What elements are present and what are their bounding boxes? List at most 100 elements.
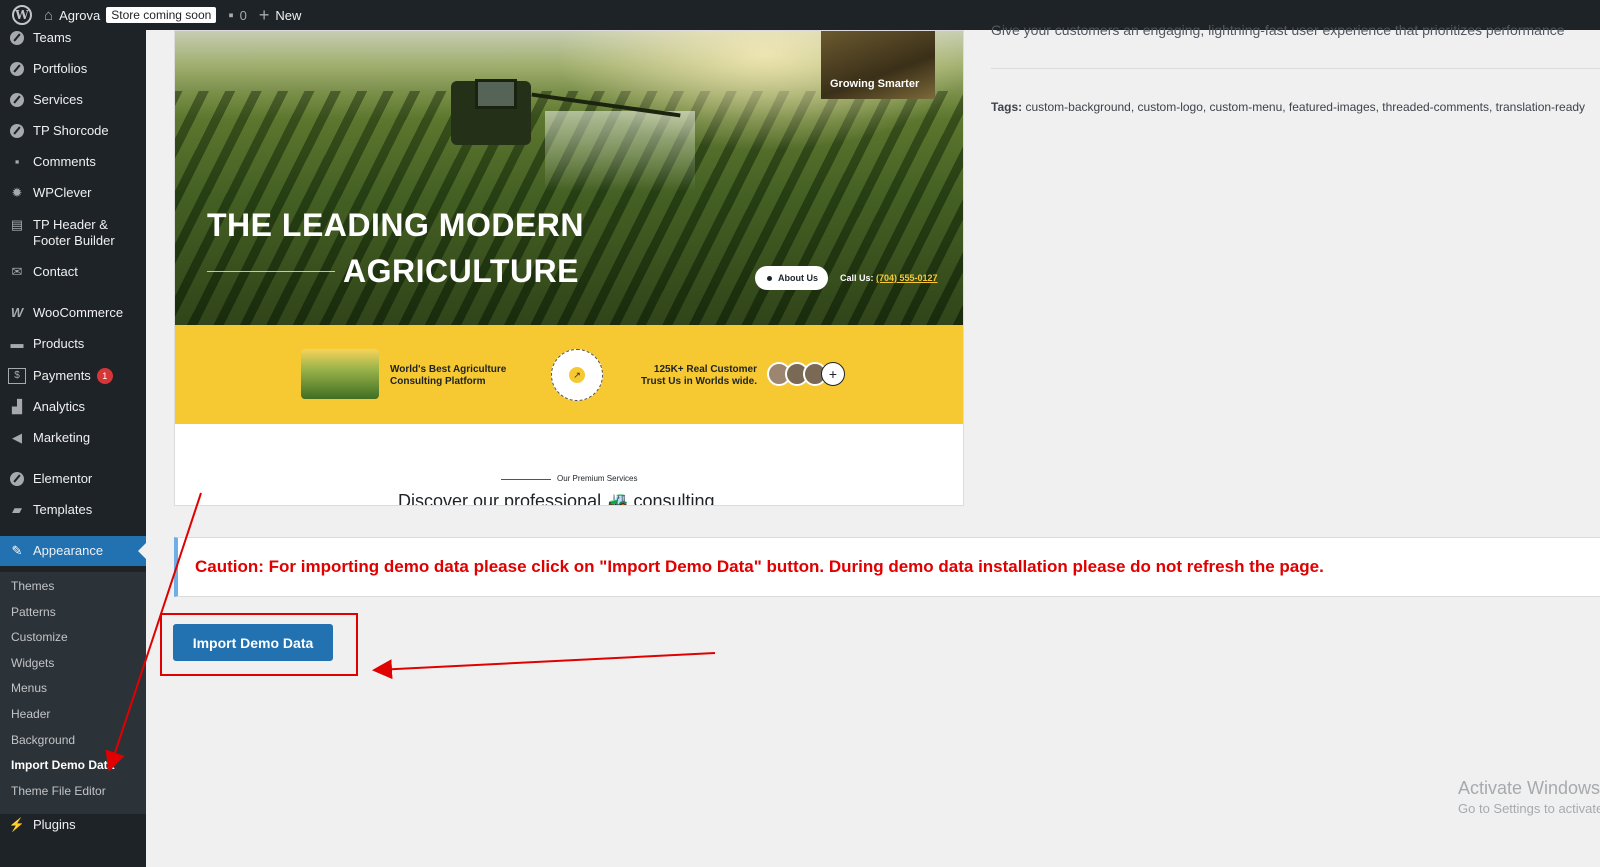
- payments-count-badge: 1: [96, 368, 113, 384]
- sidebar-item-tp-shorcode[interactable]: TP Shorcode: [0, 123, 146, 139]
- caution-text: Caution: For importing demo data please …: [195, 557, 1324, 576]
- sidebar-item-label: Products: [33, 336, 85, 351]
- store-coming-soon-badge[interactable]: Store coming soon: [106, 7, 217, 23]
- dollar-icon: $: [8, 368, 26, 384]
- submenu-theme-file-editor[interactable]: Theme File Editor: [11, 784, 106, 798]
- sidebar-item-marketing[interactable]: ◀ Marketing: [0, 430, 146, 446]
- bar-chart-icon: ▟: [12, 399, 22, 414]
- plus-icon: +: [821, 362, 845, 386]
- circle-icon: [8, 123, 26, 139]
- new-content-link[interactable]: + New: [253, 0, 308, 30]
- sidebar-item-label: TP Shorcode: [33, 123, 109, 138]
- tags-list: custom-background, custom-logo, custom-m…: [1025, 100, 1586, 114]
- submenu-themes[interactable]: Themes: [11, 579, 54, 593]
- plug-icon: ⚡: [8, 817, 26, 832]
- submenu-header[interactable]: Header: [11, 707, 50, 721]
- hero-title-line-2: AGRICULTURE: [343, 253, 579, 289]
- theme-description: Give your customers an engaging, lightni…: [991, 22, 1565, 38]
- wordpress-icon: W: [12, 5, 32, 25]
- sidebar-item-portfolios[interactable]: Portfolios: [0, 61, 146, 77]
- sidebar-item-comments[interactable]: ▪ Comments: [0, 154, 146, 170]
- hero-title-line-1: THE LEADING MODERN: [207, 207, 584, 243]
- main-content: Growing Smarter THE LEADING MODERN AGRIC…: [146, 22, 1600, 867]
- comments-count: 0: [239, 7, 247, 23]
- sidebar-item-plugins[interactable]: ⚡ Plugins: [0, 817, 146, 833]
- avatar-group: +: [767, 362, 845, 386]
- sidebar-item-products[interactable]: ▬ Products: [0, 336, 146, 352]
- circle-icon: [8, 61, 26, 77]
- services-heading: Discover our professional 🚜 consulting: [398, 491, 715, 506]
- call-us-text: Call Us: (704) 555-0127: [840, 273, 938, 283]
- paintbrush-icon: ✎: [11, 543, 23, 558]
- circle-icon: [8, 30, 26, 46]
- theme-screenshot: Growing Smarter THE LEADING MODERN AGRIC…: [174, 30, 964, 506]
- sidebar-item-services[interactable]: Services: [0, 92, 146, 108]
- submenu-import-demo-data[interactable]: Import Demo Data: [11, 758, 114, 772]
- feature-band: World's Best Agriculture Consulting Plat…: [175, 325, 963, 424]
- activate-windows-watermark: Activate Windows Go to Settings to activ…: [1458, 778, 1600, 816]
- comments-link[interactable]: ▪ 0: [222, 0, 253, 30]
- layout-icon: ▤: [10, 217, 24, 232]
- plus-icon: +: [258, 4, 270, 25]
- sidebar-item-analytics[interactable]: ▟ Analytics: [0, 399, 146, 415]
- theme-tags: Tags: custom-background, custom-logo, cu…: [991, 100, 1585, 114]
- mail-icon: ✉: [11, 264, 23, 279]
- new-label: New: [275, 7, 302, 23]
- call-number: (704) 555-0127: [876, 273, 938, 283]
- sidebar-item-elementor[interactable]: Elementor: [0, 471, 146, 487]
- field-photo: [301, 349, 379, 399]
- band-text-customers: 125K+ Real Customer Trust Us in Worlds w…: [641, 364, 757, 387]
- sidebar-item-contact[interactable]: ✉ Contact: [0, 264, 146, 280]
- submenu-customize[interactable]: Customize: [11, 630, 68, 644]
- seal-badge-icon: ↗: [551, 349, 603, 401]
- sidebar-item-label: Marketing: [33, 430, 91, 445]
- site-name: Agrova: [59, 7, 101, 23]
- sidebar-item-label: Contact: [33, 264, 78, 279]
- tags-label: Tags:: [991, 100, 1023, 114]
- sidebar-item-label: Comments: [33, 154, 96, 169]
- sidebar-item-wpclever[interactable]: ✹ WPClever: [0, 185, 146, 201]
- site-name-link[interactable]: ⌂ Agrova Store coming soon: [38, 0, 222, 30]
- import-demo-data-button[interactable]: Import Demo Data: [173, 624, 333, 661]
- admin-sidebar: Teams Portfolios Services TP Shorcode ▪ …: [0, 30, 146, 867]
- sidebar-item-label: TP Header & Footer Builder: [33, 217, 115, 248]
- band-text-platform: World's Best Agriculture Consulting Plat…: [390, 364, 507, 387]
- home-icon: ⌂: [44, 6, 54, 24]
- sidebar-item-label: Analytics: [33, 399, 86, 414]
- megaphone-icon: ◀: [12, 430, 22, 445]
- sidebar-item-appearance[interactable]: ✎ Appearance: [0, 536, 146, 566]
- caution-notice: Caution: For importing demo data please …: [174, 537, 1600, 597]
- watermark-title: Activate Windows: [1458, 778, 1600, 798]
- submenu-widgets[interactable]: Widgets: [11, 656, 54, 670]
- archive-icon: ▬: [10, 336, 24, 351]
- comment-icon: ▪: [14, 154, 20, 169]
- sidebar-item-payments[interactable]: $ Payments 1: [0, 368, 146, 384]
- appearance-submenu: Themes Patterns Customize Widgets Menus …: [0, 572, 146, 814]
- about-us-button: About Us: [755, 266, 828, 290]
- folder-icon: ▰: [12, 502, 22, 517]
- submenu-background[interactable]: Background: [11, 733, 75, 747]
- hero-banner: Growing Smarter THE LEADING MODERN AGRIC…: [175, 31, 963, 325]
- sidebar-item-label: Services: [33, 92, 83, 107]
- comment-icon: ▪: [228, 6, 234, 24]
- services-eyebrow: Our Premium Services: [557, 474, 638, 483]
- call-label: Call Us:: [840, 273, 877, 283]
- sidebar-item-woocommerce[interactable]: W WooCommerce: [0, 305, 146, 321]
- sidebar-item-label: Payments: [33, 368, 91, 383]
- sidebar-item-label: WooCommerce: [33, 305, 124, 320]
- sidebar-item-label: Plugins: [33, 817, 76, 832]
- circle-icon: [8, 92, 26, 108]
- sidebar-item-label: Appearance: [33, 543, 104, 558]
- sidebar-item-tp-header-footer[interactable]: ▤ TP Header & Footer Builder: [0, 217, 146, 249]
- sidebar-item-label: Portfolios: [33, 61, 88, 76]
- sidebar-item-teams[interactable]: Teams: [0, 30, 146, 46]
- wordpress-logo-button[interactable]: W: [6, 0, 38, 30]
- submenu-menus[interactable]: Menus: [11, 681, 47, 695]
- sidebar-item-label: Templates: [33, 502, 93, 517]
- sidebar-item-label: Teams: [33, 30, 72, 45]
- sidebar-item-templates[interactable]: ▰ Templates: [0, 502, 146, 518]
- woo-icon: W: [10, 305, 24, 320]
- watermark-subtitle: Go to Settings to activate Windows.: [1458, 801, 1600, 816]
- gear-icon: ✹: [11, 185, 23, 200]
- submenu-patterns[interactable]: Patterns: [11, 605, 56, 619]
